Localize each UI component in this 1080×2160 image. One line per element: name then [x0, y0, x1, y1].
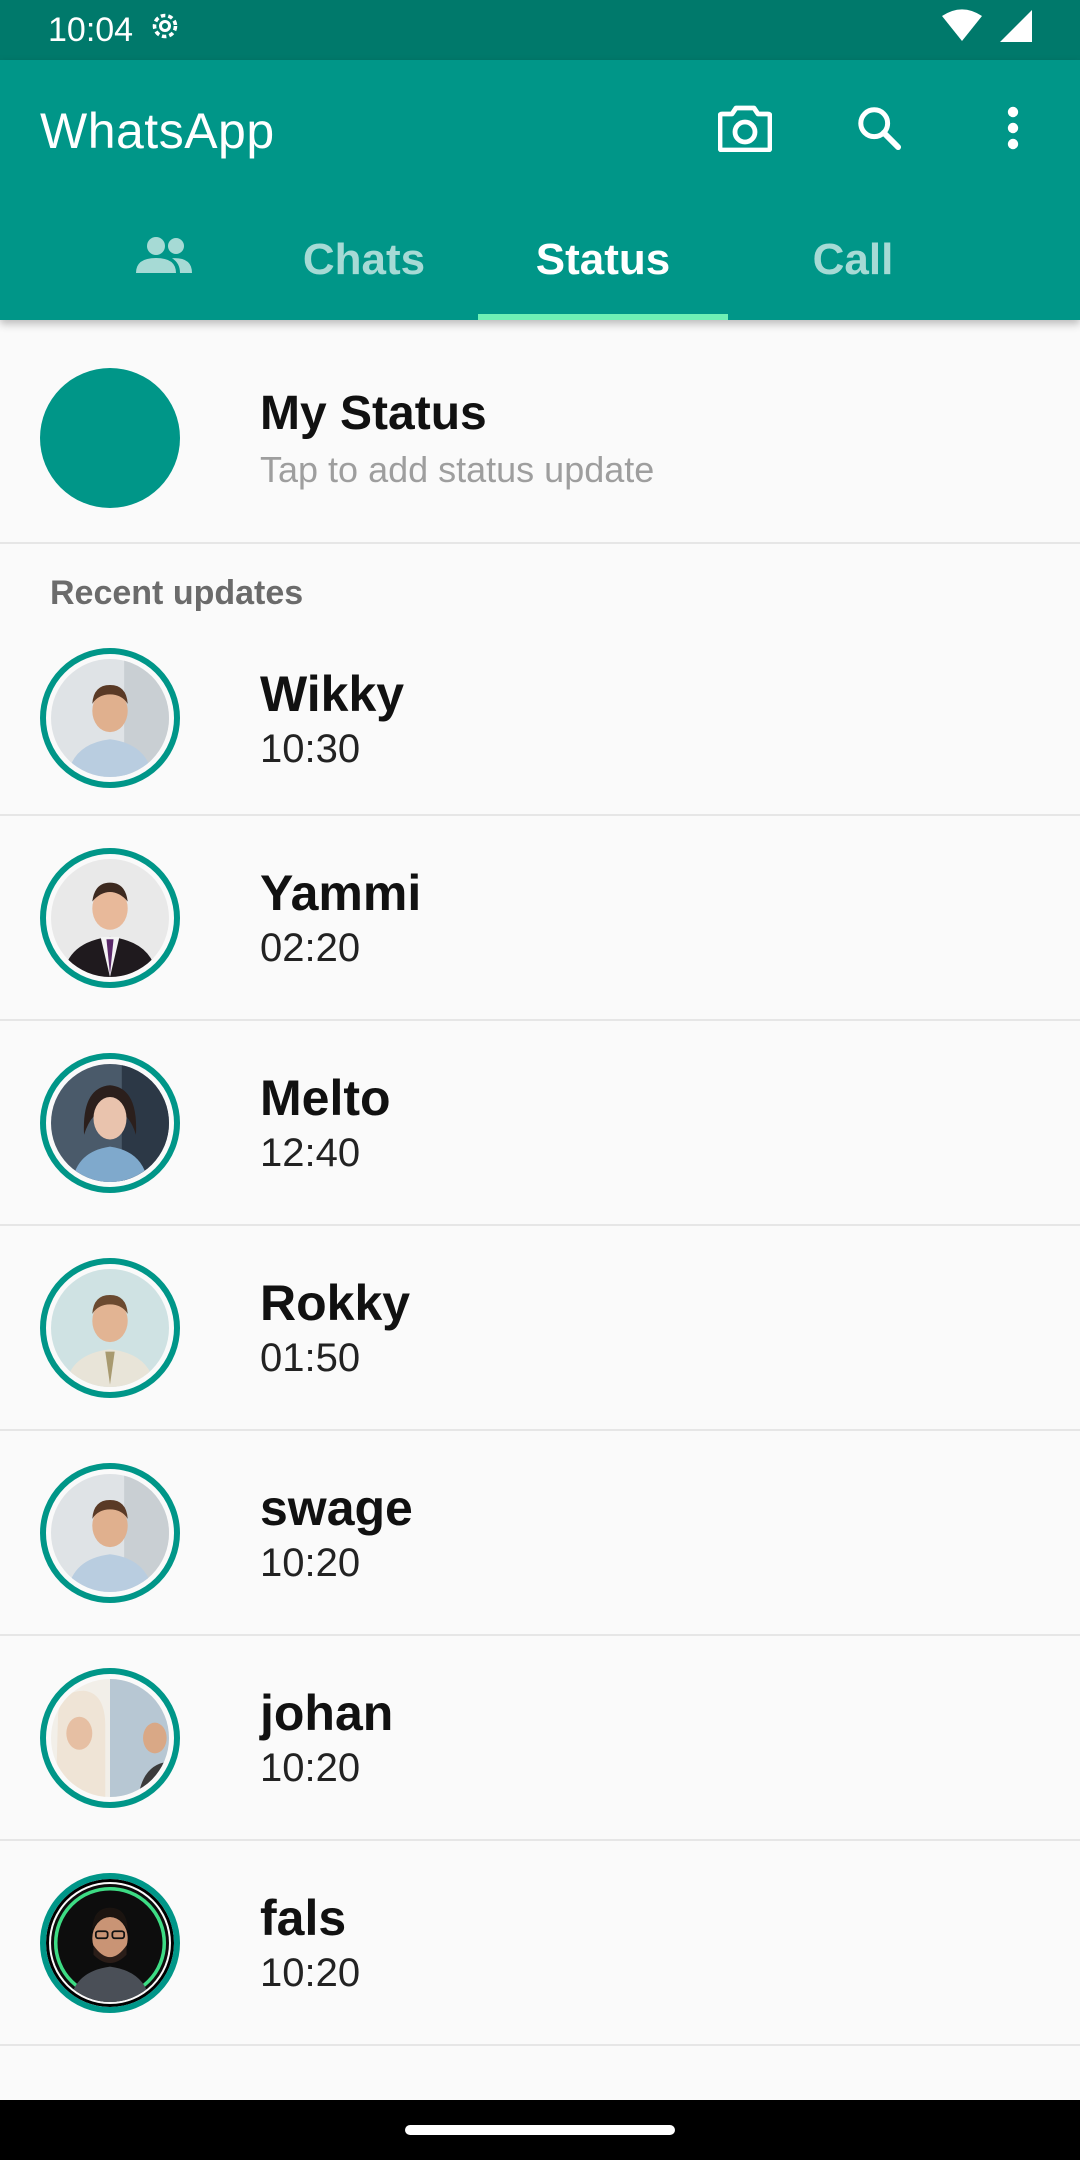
contact-name: Yammi	[260, 865, 422, 921]
home-gesture-handle[interactable]	[405, 2125, 675, 2135]
avatar	[40, 1872, 180, 2013]
contact-name: Melto	[260, 1070, 391, 1126]
app-bar: WhatsApp Chats Status Call	[0, 60, 1080, 320]
status-row[interactable]: fals 10:20	[0, 1841, 1080, 2046]
tab-status[interactable]: Status	[478, 200, 728, 320]
clock: 10:04	[48, 10, 134, 49]
my-status-row[interactable]: My Status Tap to add status update	[0, 334, 1080, 544]
community-icon	[134, 235, 194, 286]
contact-name: Rokky	[260, 1275, 411, 1331]
status-row[interactable]: johan 10:20	[0, 1636, 1080, 1841]
system-status-bar: 10:04	[0, 0, 1080, 60]
search-button[interactable]	[812, 90, 946, 170]
contact-name: Wikky	[260, 665, 405, 722]
settings-gear-icon	[147, 8, 183, 53]
status-row[interactable]: swage 10:20	[0, 1431, 1080, 1636]
status-list: My Status Tap to add status update Recen…	[0, 334, 1080, 2046]
status-time: 12:40	[260, 1131, 361, 1175]
tab-community[interactable]	[0, 200, 250, 320]
status-row[interactable]: Melto 12:40	[0, 1021, 1080, 1226]
contact-name: swage	[260, 1480, 413, 1536]
my-status-title: My Status	[260, 386, 487, 440]
status-time: 10:30	[260, 726, 361, 771]
avatar	[40, 1052, 180, 1193]
more-vert-icon	[1006, 106, 1020, 155]
contact-name: johan	[260, 1685, 394, 1741]
status-time: 02:20	[260, 926, 361, 970]
my-status-avatar[interactable]	[40, 368, 180, 508]
status-time: 10:20	[260, 1746, 361, 1790]
status-row[interactable]: Yammi 02:20	[0, 816, 1080, 1021]
avatar	[40, 1462, 180, 1603]
recent-updates-header: Recent updates	[50, 574, 304, 612]
contact-name: fals	[260, 1890, 347, 1946]
camera-button[interactable]	[678, 90, 812, 170]
overflow-menu-button[interactable]	[946, 90, 1080, 170]
search-icon	[856, 105, 902, 156]
app-title: WhatsApp	[40, 103, 275, 159]
cell-signal-icon	[1000, 9, 1032, 51]
status-time: 10:20	[260, 1951, 361, 1995]
status-time: 01:50	[260, 1336, 361, 1380]
tab-bar: Chats Status Call	[0, 200, 1080, 320]
status-row[interactable]: Wikky 10:30	[0, 622, 1080, 816]
my-status-subtitle: Tap to add status update	[260, 448, 655, 490]
status-time: 10:20	[260, 1541, 361, 1585]
system-navigation-bar	[0, 2100, 1080, 2160]
tab-call[interactable]: Call	[728, 200, 978, 320]
avatar	[40, 1257, 180, 1398]
status-row[interactable]: Rokky 01:50	[0, 1226, 1080, 1431]
avatar	[40, 648, 180, 788]
app-actions	[678, 90, 1080, 170]
camera-icon	[717, 104, 773, 157]
wifi-icon	[942, 8, 982, 52]
avatar	[40, 847, 180, 988]
tab-chats[interactable]: Chats	[250, 200, 478, 320]
avatar	[40, 1667, 180, 1808]
